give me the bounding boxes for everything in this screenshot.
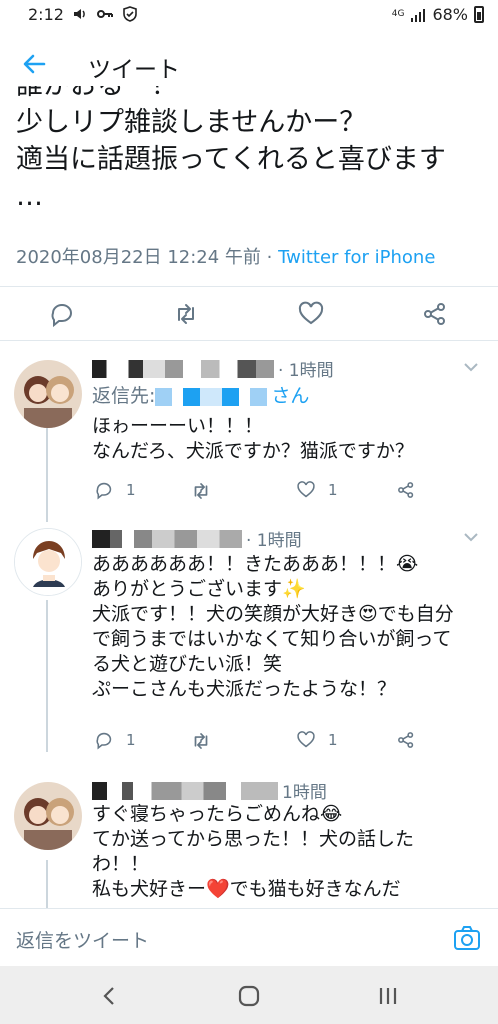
retweet-icon[interactable] [190,730,212,752]
recents-icon[interactable] [376,984,400,1008]
status-notification-icons [72,6,138,22]
camera-icon[interactable] [452,923,482,953]
reply-to: 返信先: さん [92,384,488,409]
like-button[interactable]: 1 [296,730,338,750]
reply-actions: 1 1 [92,730,432,754]
retweet-icon[interactable] [190,480,212,502]
status-time: 2:12 [28,5,64,24]
reply-line: ぷーこさんも犬派だったような！？ [92,678,397,700]
battery-icon [474,6,484,23]
share-icon[interactable] [396,730,416,750]
like-count: 1 [328,731,338,749]
reply-count: 1 [126,481,136,499]
reply-time: · 1時間 [246,531,302,551]
battery-percent: 68% [432,5,468,24]
divider [0,340,498,341]
reply-input[interactable]: 返信をツイート [16,926,149,953]
reply-line: わ！！ [92,853,150,875]
system-nav-bar [0,966,498,1024]
status-bar: 2:12 4G 68% [0,0,498,30]
like-icon[interactable] [296,730,316,750]
reply-count: 1 [126,731,136,749]
reply-icon[interactable] [94,480,114,500]
share-icon[interactable] [396,480,416,500]
back-icon[interactable] [98,984,122,1008]
tweet-action-bar [0,288,498,340]
volume-icon [74,9,85,19]
reply-line: すぐ寝ちゃったらごめんね😂 [92,803,343,825]
reply-header: · 1時間 [92,356,334,381]
status-right: 4G 68% [392,5,484,24]
thread-line [46,860,48,908]
reply-line: る犬と遊びたい派！笑 [92,653,283,675]
reply-line: なんだろ、犬派ですか？猫派ですか？ [92,440,414,462]
reply-time: 1時間 [282,783,327,803]
reply-line: で飼うまではいかなくて知り合いが飼って [92,628,452,650]
reply-header: · 1時間 [92,526,302,551]
avatar[interactable] [14,360,82,428]
tweet-line: 適当に話題振ってくれると喜びます [16,144,446,175]
chevron-down-icon[interactable] [462,528,480,546]
reply-line: 犬派です！！犬の笑顔が大好き😍でも自分 [92,603,454,625]
reply-icon[interactable] [94,730,114,750]
reply-text: すぐ寝ちゃったらごめんね😂 てか送ってから思った！！犬の話した わ！！ 私も犬好… [92,802,488,906]
reply-icon[interactable] [48,300,76,328]
reply-actions: 1 1 [92,480,432,504]
reply-compose-bar[interactable]: 返信をツイート [0,908,498,966]
reply-time: · 1時間 [278,361,334,381]
reply-button[interactable]: 1 [94,480,136,500]
shield-icon [123,6,137,22]
reply-line: 私も犬好きー❤️でも猫も好きなんだ [92,878,401,900]
share-icon[interactable] [421,300,449,328]
like-icon[interactable] [297,300,325,328]
redacted-username [92,781,278,800]
tweet-meta: 2020年08月22日 12:24 午前 · Twitter for iPhon… [16,243,435,269]
reply-line: ありがとうございます✨ [92,578,306,600]
back-arrow-icon[interactable] [20,50,48,78]
retweet-icon[interactable] [172,300,200,328]
thread-line [46,424,48,522]
reply-header: 1時間 [92,778,327,803]
reply-to-suffix[interactable]: さん [271,384,309,409]
signal-icon [411,8,426,22]
like-icon[interactable] [296,480,316,500]
divider [0,286,498,287]
reply-text: ああああああ！！きたあああ！！！😭 ありがとうございます✨ 犬派です！！犬の笑顔… [92,552,488,702]
reply-line: ああああああ！！きたあああ！！！😭 [92,553,419,575]
tweet-text: 誰かおるー？ 少しリプ雑談しませんかー？ 適当に話題振ってくれると喜びます … [16,86,486,238]
reply-text: ほゎーーーい！！！ なんだろ、犬派ですか？猫派ですか？ [92,414,488,464]
tweet-timestamp: 2020年08月22日 12:24 午前 · [16,247,279,268]
redacted-username [92,359,274,378]
like-button[interactable]: 1 [296,480,338,500]
home-icon[interactable] [237,984,261,1008]
tweet-line: 少しリプ雑談しませんかー？ [16,107,367,138]
tweet-line: 誰かおるー？ [16,86,486,104]
reply-to-prefix: 返信先: [92,385,156,407]
avatar[interactable] [14,782,82,850]
page-title: ツイート [88,57,180,83]
key-icon [97,10,113,18]
reply-line: ほゎーーーい！！！ [92,415,264,437]
tweet-line: … [16,181,43,212]
thread-line [46,600,48,752]
network-type: 4G [391,9,405,19]
tweet-source-link[interactable]: Twitter for iPhone [278,247,435,268]
redacted-username [92,529,242,548]
reply-button[interactable]: 1 [94,730,136,750]
avatar[interactable] [14,528,82,596]
reply-line: てか送ってから思った！！犬の話した [92,828,415,850]
redacted-mention[interactable] [155,387,268,406]
like-count: 1 [328,481,338,499]
chevron-down-icon[interactable] [462,358,480,376]
